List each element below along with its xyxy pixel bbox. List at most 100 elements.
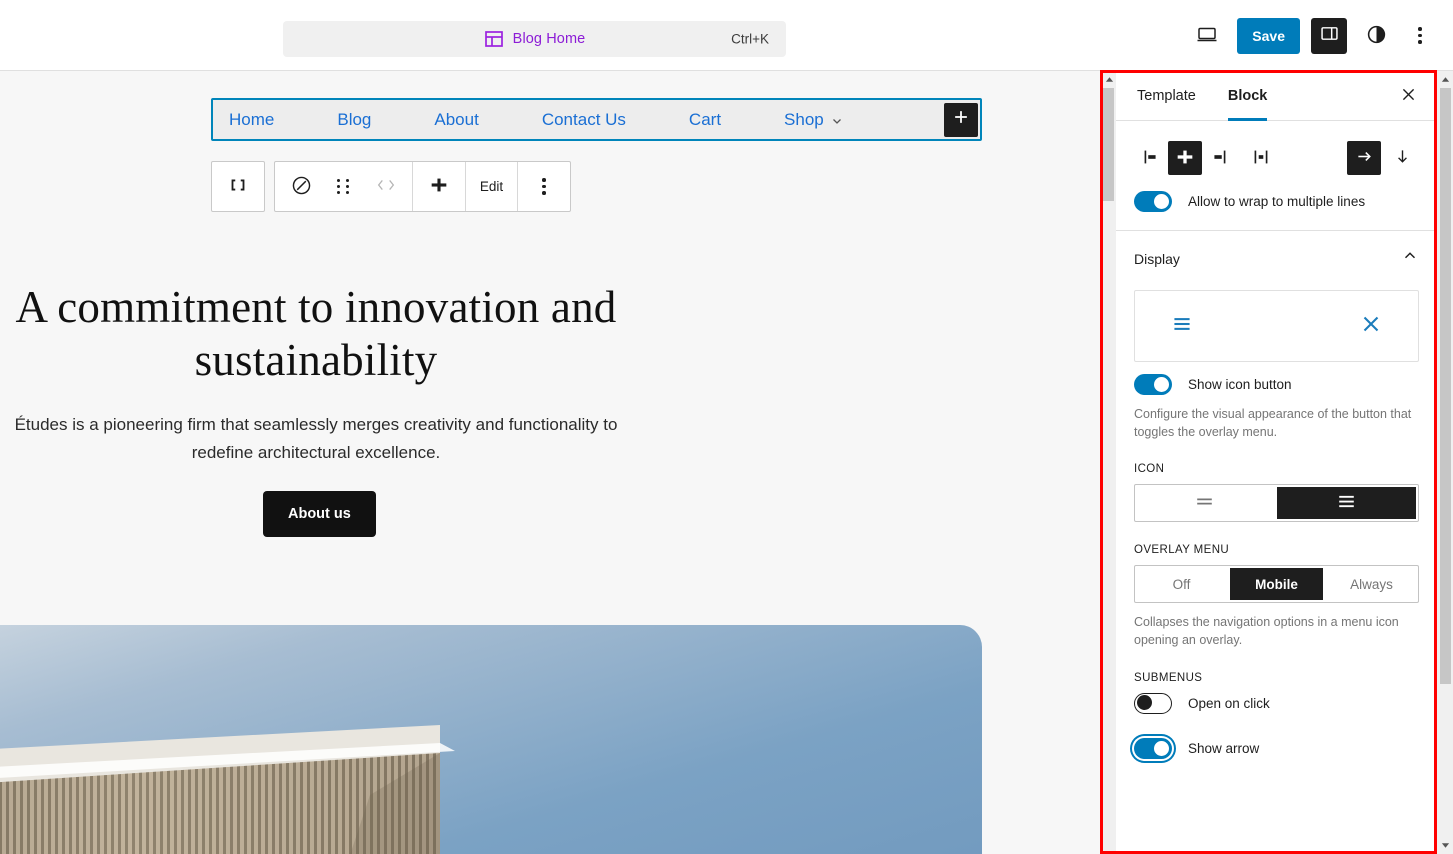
navigation-block-icon bbox=[290, 174, 313, 200]
chevron-down-icon bbox=[831, 114, 843, 126]
canvas-scroll-up-arrow[interactable] bbox=[1101, 71, 1117, 88]
sidebar-scroll-up-arrow[interactable] bbox=[1437, 71, 1453, 88]
tab-block[interactable]: Block bbox=[1212, 71, 1284, 121]
nav-link-blog[interactable]: Blog bbox=[337, 110, 371, 130]
header-actions: Save bbox=[1188, 0, 1439, 71]
parent-block-group bbox=[211, 161, 265, 212]
open-on-click-toggle[interactable] bbox=[1134, 692, 1172, 714]
sidebar-scroll-down-arrow[interactable] bbox=[1437, 837, 1453, 854]
overlay-menu-options-group: Off Mobile Always bbox=[1134, 565, 1419, 604]
orientation-controls bbox=[1347, 141, 1419, 175]
command-bar[interactable]: Blog Home Ctrl+K bbox=[283, 21, 786, 57]
settings-sidebar: Template Block Allow to wrap to multiple… bbox=[1116, 71, 1437, 854]
two-line-hamburger-option[interactable] bbox=[1135, 485, 1275, 521]
orientation-vertical-button[interactable] bbox=[1385, 141, 1419, 175]
block-appender-button[interactable] bbox=[944, 102, 978, 137]
editor-header: Blog Home Ctrl+K Save bbox=[0, 0, 1453, 71]
nav-link-about[interactable]: About bbox=[434, 110, 478, 130]
block-toolbar: Edit bbox=[211, 161, 571, 212]
open-on-click-label: Open on click bbox=[1188, 695, 1270, 711]
nav-link-shop[interactable]: Shop bbox=[784, 110, 843, 130]
canvas-scrollbar[interactable] bbox=[1100, 71, 1116, 854]
nav-link-cart[interactable]: Cart bbox=[689, 110, 721, 130]
tab-template[interactable]: Template bbox=[1121, 71, 1212, 120]
about-us-button[interactable]: About us bbox=[263, 491, 376, 537]
more-vertical-icon bbox=[1418, 27, 1422, 44]
three-line-hamburger-option[interactable] bbox=[1274, 485, 1418, 522]
space-between-icon bbox=[1250, 146, 1272, 171]
more-options-button[interactable] bbox=[1401, 17, 1439, 55]
sidebar-scrollbar[interactable] bbox=[1437, 71, 1453, 854]
three-line-hamburger-icon bbox=[1334, 489, 1359, 517]
navigation-block[interactable]: Home Blog About Contact Us Cart Shop bbox=[211, 98, 982, 141]
select-parent-icon-button[interactable] bbox=[212, 162, 264, 211]
canvas-scrollbar-thumb[interactable] bbox=[1103, 88, 1114, 201]
close-icon bbox=[1358, 311, 1384, 342]
nav-link-shop-label: Shop bbox=[784, 109, 824, 129]
nav-link-contact-us[interactable]: Contact Us bbox=[542, 110, 626, 130]
move-up-down-icon bbox=[371, 174, 401, 199]
move-up-down-button[interactable] bbox=[360, 162, 412, 211]
icon-field-label: ICON bbox=[1134, 463, 1165, 476]
justify-left-button[interactable] bbox=[1134, 141, 1168, 175]
edit-button[interactable]: Edit bbox=[466, 162, 517, 211]
sidebar-scrollbar-thumb[interactable] bbox=[1439, 88, 1451, 684]
overlay-menu-field-label: OVERLAY MENU bbox=[1134, 544, 1230, 557]
allow-wrap-label: Allow to wrap to multiple lines bbox=[1188, 194, 1366, 209]
show-arrow-toggle[interactable] bbox=[1134, 737, 1172, 759]
overlay-option-off[interactable]: Off bbox=[1135, 566, 1228, 602]
close-sidebar-button[interactable] bbox=[1391, 79, 1425, 113]
styles-button[interactable] bbox=[1357, 17, 1395, 55]
arrow-down-icon bbox=[1392, 146, 1413, 170]
overlay-preview bbox=[1134, 290, 1419, 362]
allow-wrap-toggle[interactable] bbox=[1134, 191, 1172, 212]
arrow-right-icon bbox=[1354, 146, 1375, 170]
space-between-button[interactable] bbox=[1244, 141, 1278, 175]
block-options-button[interactable] bbox=[518, 162, 570, 211]
icon-options-group bbox=[1134, 484, 1419, 523]
sidebar-tabs: Template Block bbox=[1116, 71, 1437, 121]
justify-items-button[interactable] bbox=[413, 162, 465, 211]
open-on-click-row: Open on click bbox=[1134, 692, 1419, 714]
save-button[interactable]: Save bbox=[1237, 17, 1300, 54]
justify-center-icon bbox=[1174, 146, 1196, 171]
plus-icon bbox=[952, 108, 970, 131]
select-parent-icon bbox=[227, 174, 249, 199]
show-arrow-label: Show arrow bbox=[1188, 740, 1260, 756]
hero-image[interactable] bbox=[0, 625, 982, 854]
drag-handle-button[interactable] bbox=[327, 162, 360, 211]
layout-section: Allow to wrap to multiple lines bbox=[1116, 121, 1437, 231]
command-bar-shortcut: Ctrl+K bbox=[731, 31, 769, 47]
nav-link-home[interactable]: Home bbox=[229, 110, 274, 130]
desktop-view-button[interactable] bbox=[1188, 17, 1226, 55]
justify-center-button[interactable] bbox=[1168, 141, 1202, 175]
drag-handle-icon bbox=[337, 178, 350, 195]
desktop-icon bbox=[1195, 22, 1219, 49]
justify-left-icon bbox=[1140, 146, 1162, 171]
show-arrow-row: Show arrow bbox=[1134, 737, 1419, 759]
overlay-option-always[interactable]: Always bbox=[1325, 566, 1418, 602]
overlay-option-mobile[interactable]: Mobile bbox=[1228, 566, 1325, 603]
editor-root: Blog Home Ctrl+K Save Home Blog About Co… bbox=[0, 0, 1453, 854]
command-bar-content: Blog Home bbox=[484, 29, 586, 49]
hero-paragraph[interactable]: Études is a pioneering firm that seamles… bbox=[0, 411, 632, 466]
more-vertical-icon bbox=[542, 178, 546, 195]
command-bar-title: Blog Home bbox=[512, 31, 586, 47]
justification-controls bbox=[1134, 137, 1419, 179]
show-icon-button-toggle[interactable] bbox=[1134, 374, 1172, 395]
sidebar-panel-icon bbox=[1319, 23, 1340, 49]
two-line-hamburger-icon bbox=[1192, 489, 1217, 517]
display-panel-header[interactable]: Display bbox=[1116, 231, 1437, 276]
submenus-field-label: SUBMENUS bbox=[1134, 671, 1203, 684]
justify-items-icon bbox=[428, 174, 450, 199]
close-icon bbox=[1400, 86, 1417, 106]
orientation-horizontal-button[interactable] bbox=[1347, 141, 1381, 175]
navigation-block-icon-button[interactable] bbox=[275, 162, 327, 211]
settings-sidebar-toggle-button[interactable] bbox=[1311, 17, 1347, 54]
show-icon-button-label: Show icon button bbox=[1188, 377, 1292, 392]
justify-right-button[interactable] bbox=[1202, 141, 1236, 175]
hero-heading[interactable]: A commitment to innovation and sustainab… bbox=[0, 281, 632, 387]
show-icon-button-row: Show icon button bbox=[1134, 374, 1419, 395]
show-icon-button-help: Configure the visual appearance of the b… bbox=[1134, 407, 1412, 440]
wrap-toggle-row: Allow to wrap to multiple lines bbox=[1134, 191, 1419, 212]
